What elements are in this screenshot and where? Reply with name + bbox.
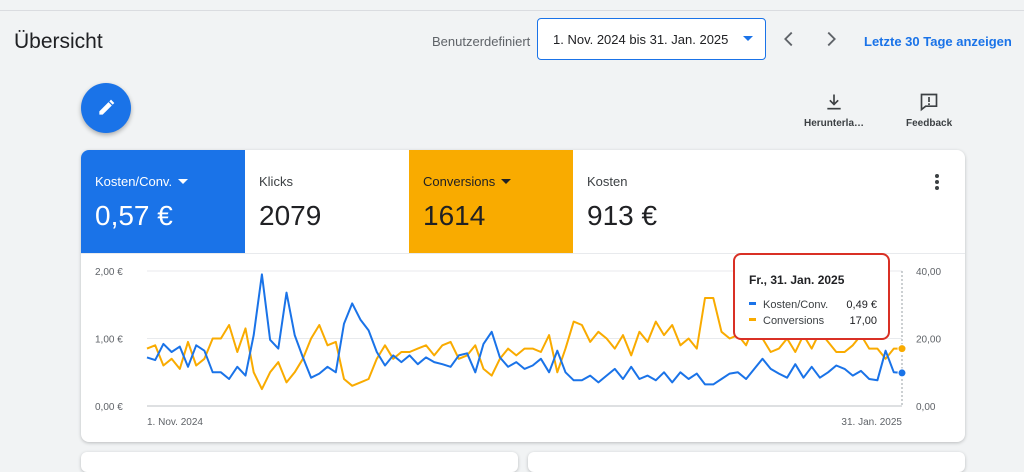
date-range-type-label: Benutzerdefiniert [432,34,531,49]
series-point-cost-per-conv [897,368,907,378]
tooltip-row-label: Conversions [763,315,825,327]
series-point-conversions [897,344,907,354]
tooltip-row-label: Kosten/Conv. [763,299,829,311]
legend-swatch-orange [749,318,756,321]
date-range-select[interactable]: 1. Nov. 2024 bis 31. Jan. 2025 [537,18,766,60]
tooltip-title: Fr., 31. Jan. 2025 [749,273,845,287]
pencil-icon [99,99,115,115]
chevron-down-icon [743,36,753,41]
feedback-button[interactable]: Feedback [906,92,952,129]
download-button[interactable]: Herunterla… [804,92,864,129]
y-right-tick-label: 0,00 [916,402,936,413]
bottom-card-left [81,452,518,472]
tooltip-row-cost-per-conv: Kosten/Conv. 0,49 € [749,299,877,311]
legend-swatch-blue [749,302,756,305]
feedback-label: Feedback [906,118,953,129]
y-right-tick-label: 20,00 [916,335,941,346]
y-left-tick-label: 1,00 € [95,335,123,346]
top-divider [0,10,1024,11]
page-title: Übersicht [14,30,103,53]
tooltip-row-value: 0,49 € [846,299,877,311]
last-30-days-link[interactable]: Letzte 30 Tage anzeigen [864,34,1012,49]
x-start-label: 1. Nov. 2024 [147,417,203,428]
y-right-tick-label: 40,00 [916,267,941,278]
bottom-card-right [528,452,965,472]
x-end-label: 31. Jan. 2025 [841,417,902,428]
chevron-left-icon[interactable] [778,28,800,50]
chart-tooltip: Fr., 31. Jan. 2025 Kosten/Conv. 0,49 € C… [733,253,890,340]
y-left-tick-label: 0,00 € [95,402,123,413]
tooltip-row-conversions: Conversions 17,00 [749,315,877,327]
download-label: Herunterla… [804,118,865,129]
download-icon [824,92,844,112]
chevron-right-icon[interactable] [820,28,842,50]
y-left-tick-label: 2,00 € [95,267,123,278]
feedback-icon [919,92,939,112]
tooltip-row-value: 17,00 [849,315,877,327]
edit-button[interactable] [81,83,131,133]
date-range-value: 1. Nov. 2024 bis 31. Jan. 2025 [553,32,729,47]
